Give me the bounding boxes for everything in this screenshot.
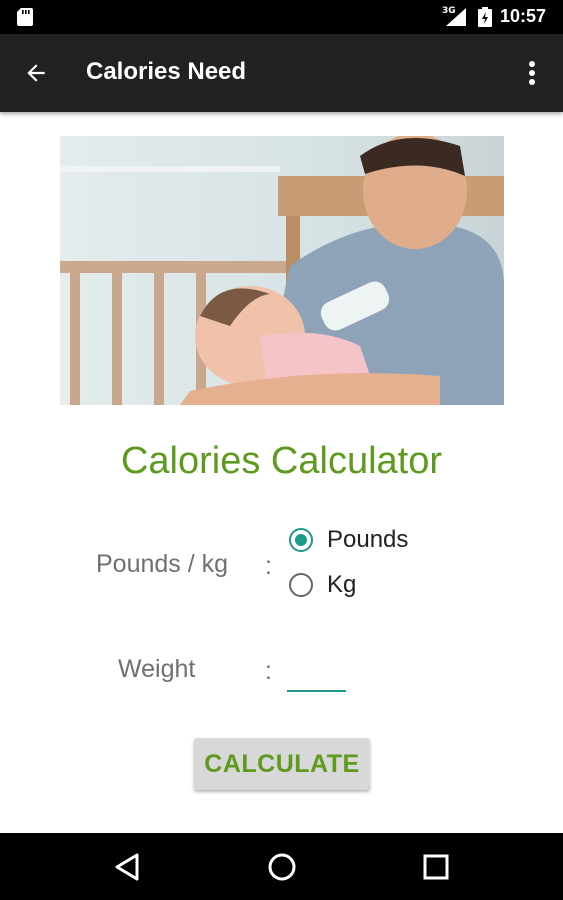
radio-kg-indicator[interactable] <box>289 573 313 597</box>
overflow-menu-button[interactable] <box>512 51 552 95</box>
nav-back-button[interactable] <box>107 847 147 887</box>
radio-kg[interactable]: Kg <box>289 571 356 599</box>
status-clock: 10:57 <box>500 6 547 26</box>
nav-back-icon <box>115 853 139 881</box>
unit-label: Pounds / kg <box>96 550 229 578</box>
nav-recents-button[interactable] <box>416 847 456 887</box>
status-bar: 3G 10:57 <box>0 0 563 34</box>
radio-pounds[interactable]: Pounds <box>289 526 408 554</box>
app-title: Calories Need <box>86 58 247 85</box>
radio-pounds-label: Pounds <box>327 526 409 553</box>
weight-input[interactable] <box>287 660 346 692</box>
nav-home-button[interactable] <box>262 847 302 887</box>
more-vert-icon <box>529 61 535 85</box>
hero-photo <box>60 136 504 405</box>
app-bar: Calories Need <box>0 34 563 112</box>
calculate-button[interactable]: CALCULATE <box>194 738 370 790</box>
calculator-heading: Calories Calculator <box>120 440 442 482</box>
weight-colon: : <box>265 657 272 685</box>
unit-colon: : <box>265 552 272 580</box>
battery-icon <box>478 7 492 27</box>
radio-kg-label: Kg <box>327 571 357 598</box>
arrow-left-icon <box>27 64 45 82</box>
back-button[interactable] <box>14 51 58 95</box>
signal-icon <box>446 8 466 26</box>
radio-pounds-indicator[interactable] <box>289 528 313 552</box>
navigation-bar <box>0 833 563 900</box>
nav-home-icon <box>268 853 296 881</box>
sd-card-icon <box>17 8 33 26</box>
nav-recents-icon <box>423 854 449 880</box>
weight-label: Weight <box>118 655 196 683</box>
